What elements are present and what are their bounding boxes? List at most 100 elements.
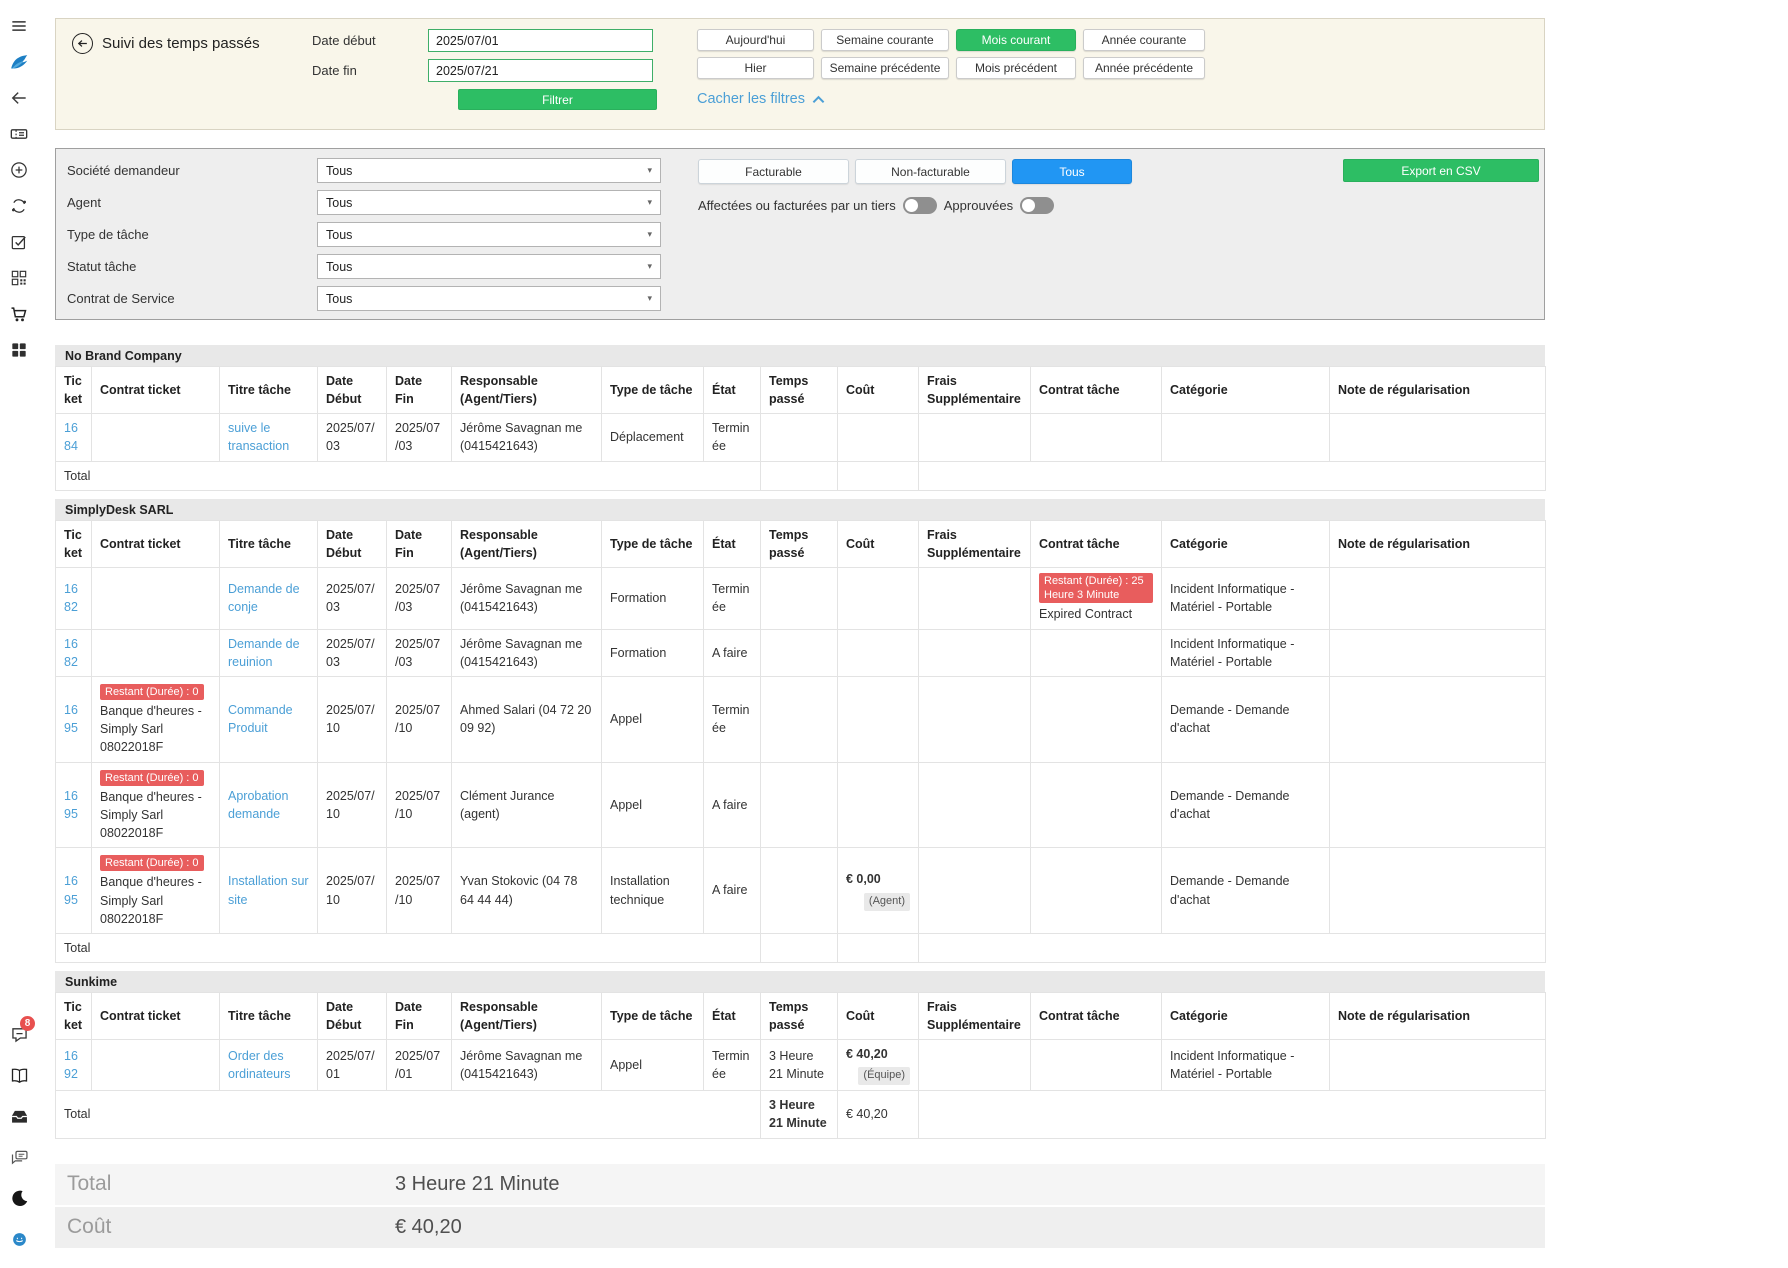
date-debut-label: Date début — [312, 33, 428, 48]
ticket-icon[interactable] — [0, 116, 38, 152]
cost-source-badge: (Agent) — [864, 893, 910, 911]
filtrer-button[interactable]: Filtrer — [458, 89, 657, 110]
chat-notification-icon[interactable]: 8 — [0, 1014, 38, 1055]
sync-icon[interactable] — [0, 188, 38, 224]
task-title-link[interactable]: suive le transaction — [228, 421, 289, 453]
date-fin-input[interactable] — [428, 59, 653, 82]
statut-tache-select[interactable]: Tous▾ — [317, 254, 661, 279]
note-cell — [1330, 414, 1546, 461]
non-facturable-button[interactable]: Non-facturable — [855, 159, 1006, 184]
tous-button[interactable]: Tous — [1012, 159, 1132, 184]
task-title-link[interactable]: Installation sur site — [228, 874, 309, 906]
ticket-link[interactable]: 1695 — [64, 703, 78, 735]
ticket-link[interactable]: 1684 — [64, 421, 78, 453]
filter-selects: Société demandeur Tous▾ Agent Tous▾ Type… — [66, 158, 662, 310]
date-fin-cell: 2025/07/10 — [387, 676, 452, 762]
ticket-cell: 1682 — [56, 629, 92, 676]
remaining-duration-badge: Restant (Durée) : 25 Heure 3 Minute — [1039, 573, 1153, 604]
chevron-down-icon: ▾ — [647, 293, 652, 304]
quick-semaine-precedente-button[interactable]: Semaine précédente — [821, 57, 949, 79]
menu-icon[interactable] — [0, 8, 38, 44]
ticket-link[interactable]: 1695 — [64, 789, 78, 821]
approved-toggle-label: Approuvées — [944, 198, 1013, 213]
assistant-icon[interactable] — [0, 1219, 38, 1260]
column-header: Ticket — [56, 367, 92, 414]
group-total-temps — [761, 461, 838, 490]
quick-hier-button[interactable]: Hier — [697, 57, 814, 79]
contrat-tache-cell — [1031, 414, 1162, 461]
quick-annee-precedente-button[interactable]: Année précédente — [1083, 57, 1205, 79]
task-title-link[interactable]: Demande de conje — [228, 582, 300, 614]
quick-mois-precedent-button[interactable]: Mois précédent — [956, 57, 1076, 79]
ticket-link[interactable]: 1692 — [64, 1049, 78, 1081]
dark-mode-icon[interactable] — [0, 1178, 38, 1219]
quick-mois-courant-button[interactable]: Mois courant — [956, 29, 1076, 51]
company-band: Sunkime — [55, 971, 1545, 992]
column-header: Temps passé — [761, 992, 838, 1039]
ticket-cell: 1692 — [56, 1040, 92, 1091]
hide-filters-link[interactable]: Cacher les filtres — [697, 91, 825, 107]
task-title-link[interactable]: Demande de reuinion — [228, 637, 300, 669]
apps-grid-icon[interactable] — [0, 332, 38, 368]
ticket-link[interactable]: 1682 — [64, 637, 78, 669]
summary-total-row: Total 3 Heure 21 Minute — [55, 1164, 1545, 1205]
task-title-link[interactable]: Commande Produit — [228, 703, 293, 735]
column-header: Coût — [838, 992, 919, 1039]
date-debut-cell: 2025/07/03 — [318, 629, 387, 676]
back-icon[interactable] — [0, 80, 38, 116]
time-entries-table: TicketContrat ticketTitre tâcheDate Débu… — [55, 366, 1546, 491]
column-header: Date Fin — [387, 367, 452, 414]
brand-logo-icon[interactable] — [0, 44, 38, 80]
contrat-tache-cell — [1031, 762, 1162, 848]
responsable-cell: Jérôme Savagnan me (0415421643) — [452, 1040, 602, 1091]
title-block: Suivi des temps passés — [72, 29, 312, 54]
remaining-duration-badge: Restant (Durée) : 0 — [100, 855, 204, 871]
type-tache-select[interactable]: Tous▾ — [317, 222, 661, 247]
column-header: Ticket — [56, 992, 92, 1039]
temps-passe-cell: 3 Heure 21 Minute — [761, 1040, 838, 1091]
societe-demandeur-select[interactable]: Tous▾ — [317, 158, 661, 183]
agent-select[interactable]: Tous▾ — [317, 190, 661, 215]
titre-tache-cell: Demande de conje — [220, 567, 318, 629]
categorie-cell: Demande - Demande d'achat — [1162, 848, 1330, 934]
task-title-link[interactable]: Order des ordinateurs — [228, 1049, 291, 1081]
ticket-link[interactable]: 1682 — [64, 582, 78, 614]
header-panel: Suivi des temps passés Date début Date f… — [55, 18, 1545, 130]
frais-cell — [919, 629, 1031, 676]
task-title-link[interactable]: Aprobation demande — [228, 789, 288, 821]
quick-semaine-courante-button[interactable]: Semaine courante — [821, 29, 949, 51]
comments-icon[interactable] — [0, 1137, 38, 1178]
etat-cell: A faire — [704, 848, 761, 934]
categorie-cell: Incident Informatique - Matériel - Porta… — [1162, 1040, 1330, 1091]
date-fin-label: Date fin — [312, 63, 428, 78]
titre-tache-cell: Order des ordinateurs — [220, 1040, 318, 1091]
quick-aujourdhui-button[interactable]: Aujourd'hui — [697, 29, 814, 51]
export-csv-button[interactable]: Export en CSV — [1343, 159, 1539, 182]
ticket-link[interactable]: 1695 — [64, 874, 78, 906]
qrcode-icon[interactable] — [0, 260, 38, 296]
add-circle-icon[interactable] — [0, 152, 38, 188]
back-button[interactable] — [72, 33, 93, 54]
type-tache-cell: Formation — [602, 567, 704, 629]
approved-toggle[interactable] — [1020, 197, 1054, 214]
date-fin-cell: 2025/07/10 — [387, 762, 452, 848]
responsable-cell: Clément Jurance (agent) — [452, 762, 602, 848]
column-header: Date Fin — [387, 992, 452, 1039]
ticket-cell: 1684 — [56, 414, 92, 461]
column-header: Type de tâche — [602, 520, 704, 567]
categorie-cell: Demande - Demande d'achat — [1162, 676, 1330, 762]
contrat-service-select[interactable]: Tous▾ — [317, 286, 661, 311]
group-total-label: Total — [56, 1091, 761, 1138]
facturable-button[interactable]: Facturable — [698, 159, 849, 184]
contrat-ticket-cell — [92, 567, 220, 629]
main-content: Suivi des temps passés Date début Date f… — [55, 0, 1545, 1268]
group-total-label: Total — [56, 461, 761, 490]
quick-annee-courante-button[interactable]: Année courante — [1083, 29, 1205, 51]
inbox-icon[interactable] — [0, 1096, 38, 1137]
date-debut-input[interactable] — [428, 29, 653, 52]
cart-icon[interactable] — [0, 296, 38, 332]
book-icon[interactable] — [0, 1055, 38, 1096]
contrat-ticket-cell: Restant (Durée) : 0Banque d'heures - Sim… — [92, 762, 220, 848]
third-party-toggle[interactable] — [903, 197, 937, 214]
task-check-icon[interactable] — [0, 224, 38, 260]
